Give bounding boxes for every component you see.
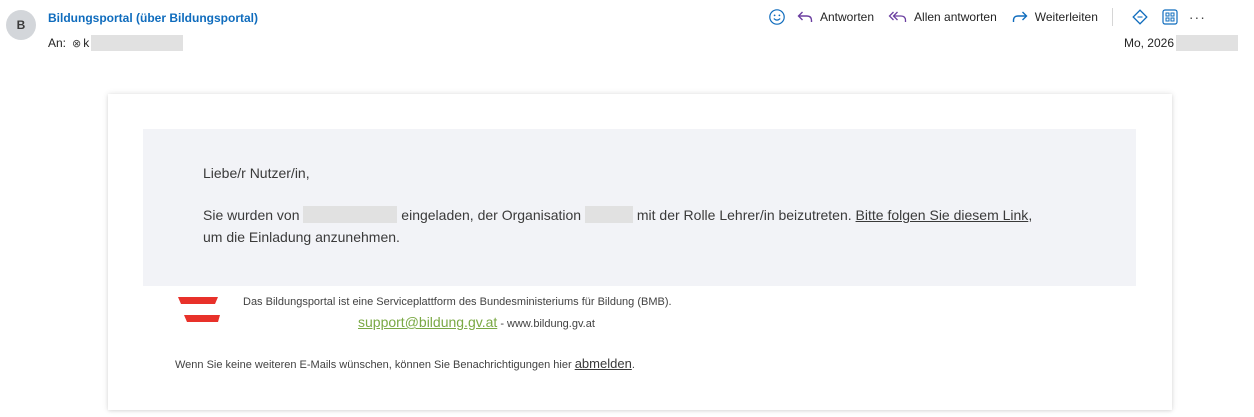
reply-all-icon (888, 9, 908, 25)
email-card: Liebe/r Nutzer/in, Sie wurden von eingel… (108, 94, 1172, 410)
invitation-text: Sie wurden von eingeladen, der Organisat… (203, 204, 1103, 248)
reply-button[interactable]: Antworten (796, 9, 874, 25)
redacted-recipient (91, 35, 184, 51)
unsubscribe-text: Wenn Sie keine weiteren E-Mails wünschen… (175, 359, 572, 371)
to-label: An: (48, 36, 67, 50)
recipient-row: An: ⊗ k (48, 35, 184, 51)
apps-grid-icon[interactable] (1161, 8, 1179, 26)
reply-icon (796, 9, 814, 25)
body-text-2: eingeladen, der Organisation (401, 207, 582, 223)
body-text-3: mit der Rolle Lehrer/in beizutreten. (636, 207, 852, 223)
body-text-4: , (1028, 207, 1033, 223)
footer-contact: support@bildung.gv.at - www.bildung.gv.a… (358, 314, 595, 330)
unsubscribe-end: . (631, 359, 635, 371)
body-text-1: Sie wurden von (203, 207, 300, 223)
body-text-5: um die Einladung anzunehmen. (203, 229, 400, 245)
invitation-link[interactable]: Bitte folgen Sie diesem Link (856, 207, 1029, 223)
recipient-initial[interactable]: k (83, 36, 89, 50)
unsubscribe-link[interactable]: abmelden (575, 356, 632, 371)
footer-website: - www.bildung.gv.at (500, 318, 595, 330)
footer-description: Das Bildungsportal ist eine Serviceplatt… (243, 296, 672, 308)
forward-icon (1011, 9, 1029, 25)
more-actions-icon[interactable]: ··· (1189, 9, 1206, 25)
redacted-date (1176, 35, 1238, 51)
unsubscribe-line: Wenn Sie keine weiteren E-Mails wünschen… (175, 356, 635, 371)
date-text: Mo, 2026 (1123, 36, 1174, 50)
support-email-link[interactable]: support@bildung.gv.at (358, 314, 497, 330)
greeting: Liebe/r Nutzer/in, (203, 165, 310, 181)
message-date: Mo, 2026 (1124, 35, 1238, 51)
message-panel: Liebe/r Nutzer/in, Sie wurden von eingel… (143, 129, 1136, 286)
redacted-inviter (303, 206, 398, 223)
forward-button[interactable]: Weiterleiten (1011, 9, 1098, 25)
austria-logo (178, 297, 220, 323)
smiley-icon[interactable] (768, 8, 786, 26)
avatar[interactable]: B (6, 10, 36, 40)
tag-icon[interactable] (1131, 8, 1149, 26)
message-toolbar: Antworten Allen antworten Weiterleiten ·… (760, 6, 1248, 28)
toolbar-divider (1111, 8, 1113, 26)
reply-all-button[interactable]: Allen antworten (888, 9, 997, 25)
forward-label: Weiterleiten (1034, 10, 1098, 24)
recipient-status-icon: ⊗ (72, 37, 82, 50)
sender-name[interactable]: Bildungsportal (über Bildungsportal) (48, 11, 258, 25)
reply-label: Antworten (820, 10, 875, 24)
reply-all-label: Allen antworten (914, 10, 997, 24)
redacted-organisation (584, 206, 633, 223)
